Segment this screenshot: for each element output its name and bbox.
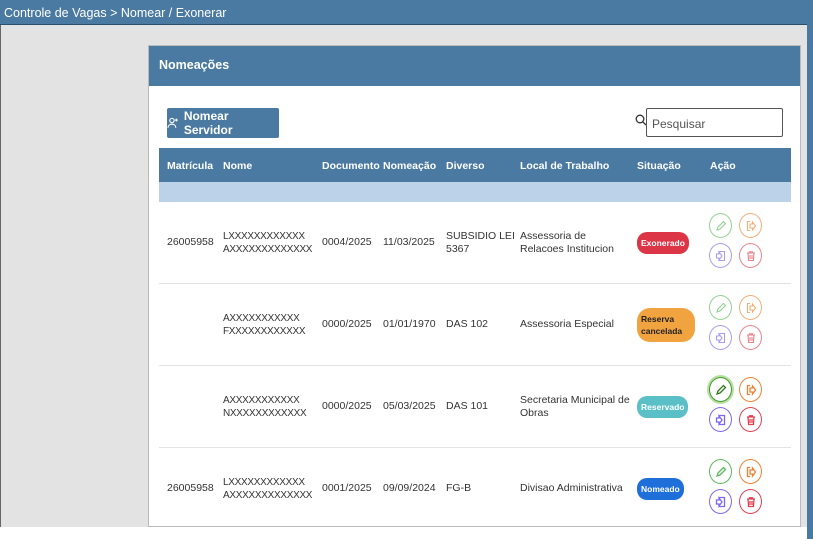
row-actions: [709, 213, 765, 273]
cell-documento: 0000/2025: [322, 400, 372, 412]
row-actions: [709, 377, 765, 437]
col-acao: Ação: [710, 160, 736, 172]
cell-situacao: Reservado: [637, 366, 717, 447]
cell-situacao: Exonerado: [637, 202, 717, 283]
nomear-servidor-label: Nomear Servidor: [183, 109, 233, 137]
trash-icon: [746, 332, 755, 343]
search-input[interactable]: [646, 108, 783, 137]
cell-situacao: Reserva cancelada: [637, 284, 717, 365]
pencil-icon: [715, 220, 726, 231]
nomeacoes-panel: Nomeações Nomear Servidor Matrícula Nome…: [148, 45, 801, 527]
logout-icon: [746, 465, 756, 478]
col-nomeacao[interactable]: Nomeação: [383, 160, 436, 172]
delete-button[interactable]: [739, 243, 762, 268]
cell-nomeacao: 01/01/1970: [383, 318, 436, 330]
col-documento[interactable]: Documento: [322, 160, 380, 172]
edit-button[interactable]: [709, 213, 732, 238]
cell-matricula: [167, 366, 222, 447]
cell-documento: 0001/2025: [322, 482, 372, 494]
cell-nomeacao: 09/09/2024: [383, 482, 436, 494]
login-icon: [715, 495, 725, 508]
cell-local: Secretaria Municipal de Obras: [520, 393, 630, 419]
panel-title: Nomeações: [149, 46, 800, 86]
status-badge: Exonerado: [637, 231, 689, 254]
table-row: AXXXXXXXXXXX NXXXXXXXXXXXX 0000/2025 05/…: [159, 366, 791, 448]
nomear-servidor-button[interactable]: Nomear Servidor: [167, 108, 279, 138]
window-left-border: [0, 25, 1, 539]
exonerate-button[interactable]: [739, 459, 762, 484]
status-badge: Reserva cancelada: [637, 307, 695, 342]
col-local[interactable]: Local de Trabalho: [520, 160, 609, 172]
exonerate-button[interactable]: [739, 295, 762, 320]
cell-local: Assessoria de Relacoes Institucion: [520, 229, 614, 255]
cell-nome: AXXXXXXXXXXX NXXXXXXXXXXXX: [223, 394, 307, 419]
login-icon: [715, 249, 725, 262]
cell-documento: 0000/2025: [322, 318, 372, 330]
row-actions: [709, 295, 765, 355]
trash-icon: [746, 496, 755, 507]
cell-situacao: Nomeado: [637, 448, 717, 526]
col-nome[interactable]: Nome: [223, 160, 252, 172]
cell-local: Divisao Administrativa: [520, 482, 623, 494]
window-edge: [807, 0, 813, 539]
cell-diverso: FG-B: [446, 482, 472, 494]
edit-button[interactable]: [709, 459, 732, 484]
table-header: Matrícula Nome Documento Nomeação Divers…: [159, 148, 791, 182]
col-matricula[interactable]: Matrícula: [167, 160, 213, 172]
delete-button[interactable]: [739, 325, 762, 350]
col-diverso[interactable]: Diverso: [446, 160, 485, 172]
add-user-icon: [167, 117, 178, 128]
table-row: AXXXXXXXXXXX FXXXXXXXXXXXX 0000/2025 01/…: [159, 284, 791, 366]
nominate-button[interactable]: [709, 489, 732, 514]
cell-nome: LXXXXXXXXXXXX AXXXXXXXXXXXXX: [223, 230, 313, 255]
pencil-icon: [715, 302, 726, 313]
edit-button[interactable]: [709, 377, 732, 402]
table-body: 26005958 LXXXXXXXXXXXX AXXXXXXXXXXXXX 00…: [159, 202, 791, 526]
exonerate-button[interactable]: [739, 213, 762, 238]
cell-nomeacao: 11/03/2025: [383, 236, 435, 248]
table-filter-row: [159, 182, 791, 202]
cell-diverso: DAS 102: [446, 318, 489, 330]
pencil-icon: [715, 466, 726, 477]
logout-icon: [746, 301, 756, 314]
nominate-button[interactable]: [709, 325, 732, 350]
delete-button[interactable]: [739, 489, 762, 514]
row-actions: [709, 459, 765, 519]
bottom-bar: [0, 527, 807, 539]
cell-matricula: [167, 284, 222, 365]
cell-diverso: DAS 101: [446, 400, 489, 412]
table-row: 26005958 LXXXXXXXXXXXX AXXXXXXXXXXXXX 00…: [159, 448, 791, 526]
cell-nome: AXXXXXXXXXXX FXXXXXXXXXXXX: [223, 312, 306, 337]
trash-icon: [746, 250, 755, 261]
nominate-button[interactable]: [709, 407, 732, 432]
cell-matricula: 26005958: [167, 482, 214, 494]
col-situacao[interactable]: Situação: [637, 160, 681, 172]
login-icon: [715, 413, 725, 426]
login-icon: [715, 331, 725, 344]
cell-diverso: SUBSIDIO LEI 5367: [446, 229, 515, 255]
logout-icon: [746, 219, 756, 232]
pencil-icon: [715, 384, 726, 395]
cell-nome: LXXXXXXXXXXXX AXXXXXXXXXXXXX: [223, 476, 313, 501]
breadcrumb: Controle de Vagas > Nomear / Exonerar: [0, 0, 807, 25]
cell-documento: 0004/2025: [322, 236, 372, 248]
status-badge: Nomeado: [637, 477, 684, 500]
exonerate-button[interactable]: [739, 377, 762, 402]
edit-button[interactable]: [709, 295, 732, 320]
status-badge: Reservado: [637, 395, 689, 418]
cell-matricula: 26005958: [167, 236, 214, 248]
cell-nomeacao: 05/03/2025: [383, 400, 436, 412]
logout-icon: [746, 383, 756, 396]
table-row: 26005958 LXXXXXXXXXXXX AXXXXXXXXXXXXX 00…: [159, 202, 791, 284]
nominate-button[interactable]: [709, 243, 732, 268]
trash-icon: [746, 414, 755, 425]
delete-button[interactable]: [739, 407, 762, 432]
cell-local: Assessoria Especial: [520, 318, 614, 330]
